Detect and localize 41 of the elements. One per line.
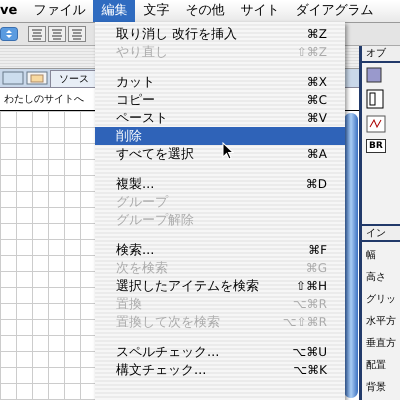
menu-bar-item[interactable]: ve [0, 0, 26, 22]
menu-item[interactable]: すべてを選択 ⌘A [95, 145, 345, 163]
align-icon[interactable] [28, 26, 46, 42]
menu-item[interactable]: コピー ⌘C [95, 91, 345, 109]
menu-bar-item[interactable]: サイト [232, 0, 288, 22]
layer-icon[interactable] [366, 66, 382, 82]
stepper-icon[interactable] [0, 27, 18, 41]
menu-bar-item[interactable]: ファイル [25, 0, 94, 22]
property-label: 水平方 [366, 314, 396, 328]
menu-item[interactable]: 構文チェック... ⌥⌘K [95, 361, 345, 379]
property-label: 幅 [366, 249, 377, 262]
menu-bar-item[interactable]: 編集 [93, 0, 136, 22]
frame-icon[interactable] [366, 88, 384, 108]
align-icon[interactable] [48, 26, 66, 42]
align-icon[interactable] [68, 26, 86, 42]
property-label: グリッ [366, 293, 396, 306]
menu-item[interactable]: 削除 [95, 127, 345, 145]
property-label: 背景 [366, 380, 387, 394]
script-icon[interactable] [366, 114, 386, 132]
scroll-bar[interactable] [344, 113, 358, 398]
layout-tab-icon[interactable] [2, 71, 24, 85]
menu-item[interactable]: ペースト ⌘V [95, 109, 345, 127]
line-break-tile[interactable]: BR [366, 138, 386, 152]
menu-bar-item[interactable]: ダイアグラム [287, 0, 382, 22]
palette-title: オブ [366, 46, 386, 60]
menu-item[interactable]: 複製... ⌘D [95, 175, 345, 193]
link-text[interactable]: わたしのサイトへ [4, 92, 84, 106]
property-label: 配置 [366, 358, 387, 372]
menu-item[interactable]: スペルチェック... ⌥⌘U [95, 343, 345, 361]
frame-tab-icon[interactable] [26, 71, 48, 85]
menu-item[interactable]: カット ⌘X [95, 73, 345, 91]
menu-item[interactable]: 取り消し 改行を挿入 ⌘Z [95, 25, 345, 43]
property-label: 垂直方 [366, 336, 396, 350]
inspector-title: イン [366, 226, 386, 240]
source-tab[interactable]: ソース [50, 70, 98, 86]
menu-item[interactable]: 検索... ⌘F [95, 241, 345, 259]
menu-bar-item[interactable]: その他 [177, 0, 232, 22]
mouse-pointer-icon [222, 142, 234, 160]
menu-bar-item[interactable]: 文字 [135, 0, 178, 22]
property-label: 高さ [366, 270, 387, 284]
menu-item[interactable]: 選択したアイテムを検索 ⇧⌘H [95, 277, 345, 295]
